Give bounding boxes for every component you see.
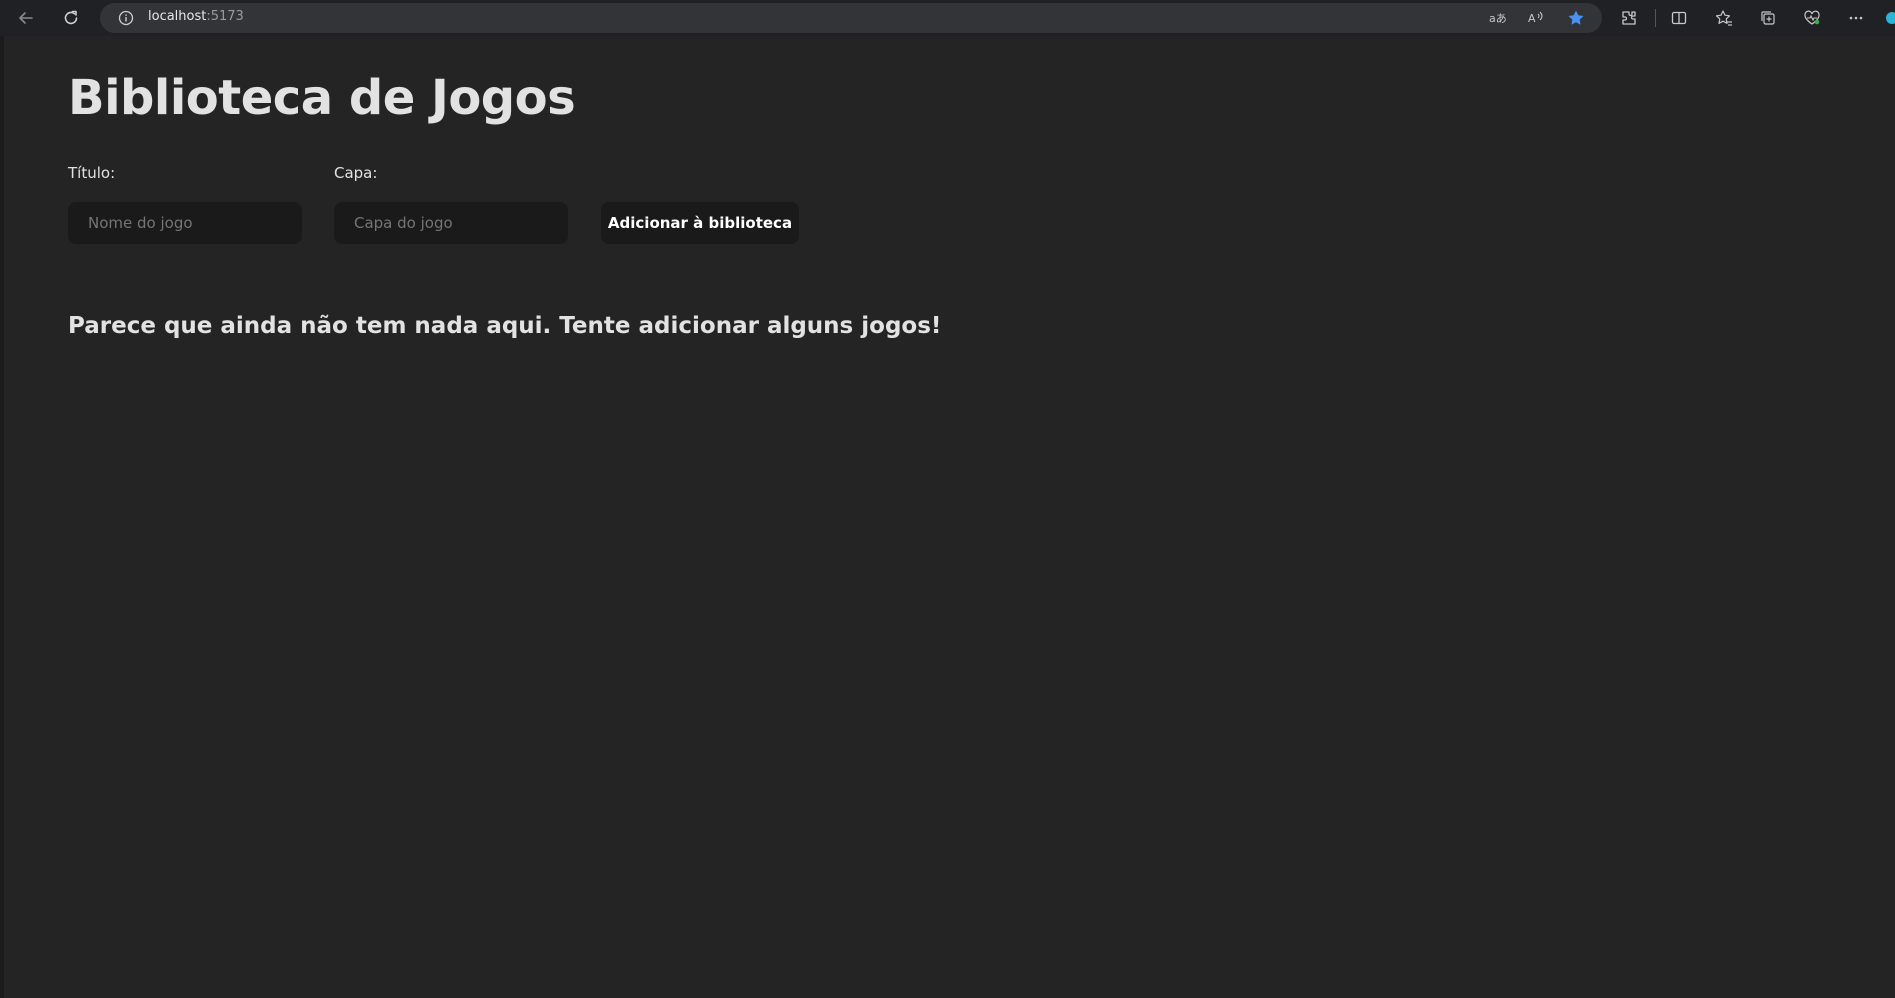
reload-icon[interactable] [59,6,83,30]
title-label: Título: [68,164,116,182]
page-title: Biblioteca de Jogos [68,70,576,126]
url-text[interactable]: localhost:5173 [148,9,244,24]
back-arrow-icon[interactable] [14,6,38,30]
url-host: localhost [148,9,207,24]
read-aloud-icon[interactable]: A [1526,8,1546,28]
url-port: :5173 [206,9,244,24]
favorites-icon[interactable] [1712,6,1736,30]
svg-text:A: A [1528,12,1536,25]
browser-toolbar: localhost:5173 aあ A [0,0,1895,36]
svg-text:aあ: aあ [1489,12,1506,25]
title-input[interactable] [68,202,302,244]
star-icon[interactable] [1566,8,1586,28]
browser-essentials-icon[interactable] [1800,6,1824,30]
split-screen-icon[interactable] [1667,6,1691,30]
empty-library-message: Parece que ainda não tem nada aqui. Tent… [68,313,942,339]
toolbar-separator [1655,9,1656,27]
page-content: Biblioteca de Jogos Título: Capa: Adicio… [4,36,1895,998]
cover-input[interactable] [334,202,568,244]
translate-icon[interactable]: aあ [1487,8,1507,28]
cover-label: Capa: [334,164,378,182]
copilot-icon[interactable] [1880,6,1895,30]
address-bar[interactable]: localhost:5173 aあ A [100,3,1602,33]
extensions-icon[interactable] [1617,6,1641,30]
more-icon[interactable] [1844,6,1868,30]
add-to-library-button[interactable]: Adicionar à biblioteca [601,202,799,244]
info-icon[interactable] [118,10,134,26]
collections-icon[interactable] [1756,6,1780,30]
